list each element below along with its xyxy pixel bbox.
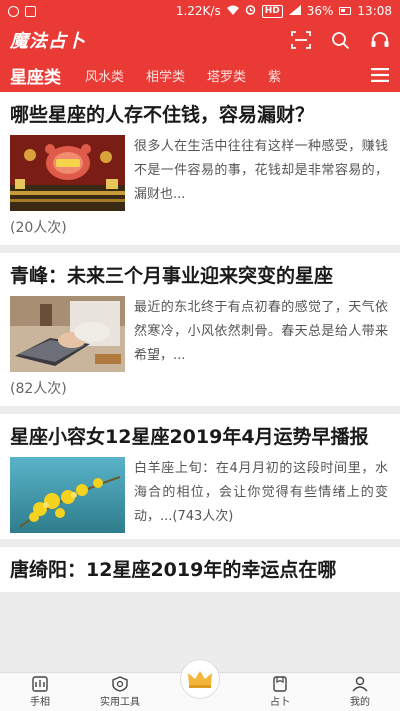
battery-icon	[339, 7, 352, 15]
palm-icon	[32, 676, 48, 692]
article-title[interactable]: 星座小容女12星座2019年4月运势早播报	[10, 422, 388, 453]
nav-label: 手相	[30, 697, 50, 708]
article-body: 最近的东北终于有点初春的感觉了，天气依然寒冷，小风依然刺骨。春天总是给人带来希望…	[10, 296, 388, 372]
laptop-work-image[interactable]	[10, 296, 125, 372]
app-title: 魔法占卜	[10, 31, 86, 52]
article-card[interactable]: 星座小容女12星座2019年4月运势早播报 白羊座上旬：在4月月初的这段时间里，…	[0, 414, 400, 539]
alarm-icon	[245, 4, 256, 18]
yellow-flowers-image[interactable]	[10, 457, 125, 533]
message-icon	[25, 5, 36, 17]
network-speed: 1.22K/s	[175, 4, 221, 18]
status-bar: 1.22K/s HD 36% 13:08	[0, 0, 400, 22]
wifi-icon	[226, 4, 239, 18]
article-summary: 最近的东北终于有点初春的感觉了，天气依然寒冷，小风依然刺骨。春天总是给人带来希望…	[134, 300, 388, 363]
clock: 13:08	[357, 4, 392, 18]
tab-xingzuo[interactable]: 星座类	[10, 63, 61, 88]
nav-divination[interactable]: 占卜	[240, 673, 320, 711]
bottom-nav: 手相 实用工具 占卜 我的	[0, 659, 400, 711]
tab-xiangxue[interactable]: 相学类	[146, 66, 185, 85]
article-summary: 白羊座上旬：在4月月初的这段时间里，水海合的相位，会让你觉得有些情绪上的变动，.…	[134, 461, 388, 524]
tab-fengshui[interactable]: 风水类	[85, 66, 124, 85]
tab-zi[interactable]: 紫	[268, 66, 281, 85]
nav-palm[interactable]: 手相	[0, 673, 80, 711]
tab-menu-button[interactable]	[360, 58, 400, 92]
nav-profile[interactable]: 我的	[320, 673, 400, 711]
nav-label: 占卜	[270, 697, 290, 708]
article-summary: 很多人在生活中往往有这样一种感受，赚钱不是一件容易的事，花钱却是非常容易的，漏财…	[134, 139, 388, 202]
category-tabs: 星座类 风水类 相学类 塔罗类 紫	[0, 58, 400, 92]
article-body: 很多人在生活中往往有这样一种感受，赚钱不是一件容易的事，花钱却是非常容易的，漏财…	[10, 135, 388, 211]
hd-badge: HD	[261, 4, 283, 18]
notification-icon	[8, 5, 19, 17]
article-body: 白羊座上旬：在4月月初的这段时间里，水海合的相位，会让你觉得有些情绪上的变动，.…	[10, 457, 388, 533]
nav-label: 实用工具	[100, 697, 140, 708]
golden-pig-image[interactable]	[10, 135, 125, 211]
tab-taluo[interactable]: 塔罗类	[207, 66, 246, 85]
article-title[interactable]: 唐绮阳：12星座2019年的幸运点在哪	[10, 555, 388, 586]
view-count: (20人次)	[10, 220, 67, 236]
status-right: 1.22K/s HD 36% 13:08	[176, 4, 392, 18]
nav-tools[interactable]: 实用工具	[80, 673, 160, 711]
profile-icon	[352, 676, 368, 692]
crown-icon	[188, 671, 212, 688]
crown-button[interactable]	[180, 659, 220, 699]
scan-icon[interactable]	[291, 31, 311, 49]
view-count: (82人次)	[10, 381, 67, 397]
article-title[interactable]: 青峰：未来三个月事业迎来突变的星座	[10, 261, 388, 292]
divination-icon	[273, 676, 287, 692]
tools-icon	[112, 676, 128, 692]
status-left	[8, 5, 36, 17]
search-icon[interactable]	[331, 31, 350, 50]
battery-percent: 36%	[306, 4, 334, 18]
article-title[interactable]: 哪些星座的人存不住钱，容易漏财？	[10, 100, 388, 131]
article-feed: 哪些星座的人存不住钱，容易漏财？ 很多人在生活中往往有这样一种感受，赚钱不是一件…	[0, 92, 400, 672]
nav-center	[160, 659, 240, 711]
tab-fade	[334, 58, 360, 92]
menu-icon	[371, 68, 389, 82]
article-card[interactable]: 唐绮阳：12星座2019年的幸运点在哪	[0, 547, 400, 592]
article-card[interactable]: 青峰：未来三个月事业迎来突变的星座 最近的东北终于有点初春的感觉了，天气依然寒冷…	[0, 253, 400, 406]
article-card[interactable]: 哪些星座的人存不住钱，容易漏财？ 很多人在生活中往往有这样一种感受，赚钱不是一件…	[0, 92, 400, 245]
nav-label: 我的	[350, 697, 370, 708]
app-actions	[291, 31, 390, 50]
headset-icon[interactable]	[370, 31, 390, 49]
signal-icon	[288, 4, 301, 18]
app-bar: 魔法占卜	[0, 22, 400, 58]
